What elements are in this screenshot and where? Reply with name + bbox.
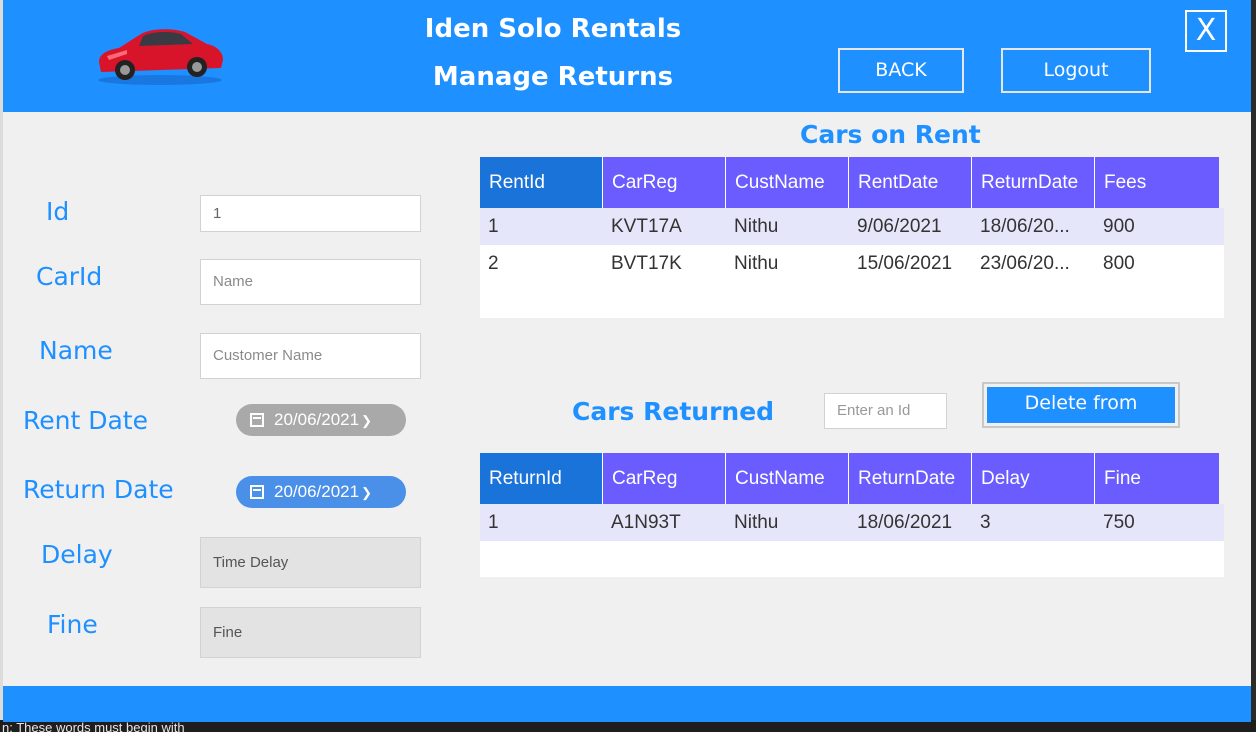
column-header[interactable]: ReturnId	[480, 453, 603, 504]
cars-returned-table[interactable]: ReturnId CarReg CustName ReturnDate Delay Fin…	[480, 453, 1224, 676]
delete-button[interactable]: Delete from	[982, 382, 1180, 428]
column-header[interactable]: CarReg	[603, 157, 726, 208]
car-id-field[interactable]: Name	[200, 259, 421, 305]
table-cell: 9/06/2021	[857, 216, 942, 237]
table-cell: 900	[1103, 216, 1135, 237]
cars-returned-title: Cars Returned	[572, 397, 775, 426]
delay-field: Time Delay	[200, 537, 421, 588]
calendar-icon	[250, 413, 264, 427]
manage-returns-window: Iden Solo Rentals Manage Returns BACK Lo…	[3, 0, 1251, 722]
rent-date-value: 20/06/2021	[274, 410, 360, 429]
table-cell: 15/06/2021	[857, 253, 953, 274]
column-header[interactable]: Fees	[1095, 157, 1219, 208]
table-empty-row	[480, 282, 1224, 318]
table-body: 1 A1N93T Nithu 18/06/2021 3 750	[480, 504, 1224, 577]
table-cell: 750	[1103, 512, 1135, 533]
column-header[interactable]: RentId	[480, 157, 603, 208]
table-header: ReturnId CarReg CustName ReturnDate Delay Fin…	[480, 453, 1224, 504]
fine-label: Fine	[47, 610, 98, 639]
table-cell: 18/06/20...	[980, 216, 1070, 237]
return-id-input[interactable]: Enter an Id	[824, 393, 947, 429]
table-row[interactable]: 1 A1N93T Nithu 18/06/2021 3 750	[480, 504, 1224, 541]
table-cell: 1	[488, 512, 499, 533]
red-sports-car-icon	[98, 29, 223, 85]
column-header[interactable]: CustName	[726, 453, 849, 504]
table-header: RentId CarReg CustName RentDate ReturnDate Fe…	[480, 157, 1224, 208]
calendar-icon	[250, 485, 264, 499]
close-button[interactable]: X	[1185, 10, 1227, 52]
table-cell: Nithu	[734, 253, 779, 274]
name-label: Name	[39, 336, 113, 365]
rent-date-picker: 20/06/2021 ❯	[236, 404, 406, 436]
column-header[interactable]: Delay	[972, 453, 1095, 504]
column-header[interactable]: ReturnDate	[972, 157, 1095, 208]
cars-on-rent-table[interactable]: RentId CarReg CustName RentDate ReturnDate Fe…	[480, 157, 1224, 358]
app-title: Iden Solo Rentals	[424, 14, 682, 44]
table-cell: 18/06/2021	[857, 512, 953, 533]
header-bar: Iden Solo Rentals Manage Returns BACK Lo…	[3, 0, 1251, 112]
logout-button[interactable]: Logout	[1001, 48, 1151, 93]
column-header[interactable]: CustName	[726, 157, 849, 208]
return-date-value: 20/06/2021	[274, 482, 360, 501]
customer-name-field[interactable]: Customer Name	[200, 333, 421, 379]
delay-label: Delay	[41, 540, 113, 569]
delete-button-label: Delete from	[987, 387, 1175, 423]
table-cell: BVT17K	[611, 253, 682, 274]
id-field[interactable]: 1	[200, 195, 421, 232]
chevron-down-icon: ❯	[361, 413, 372, 428]
car-id-label: CarId	[36, 262, 103, 291]
back-button[interactable]: BACK	[838, 48, 964, 93]
table-row[interactable]: 2 BVT17K Nithu 15/06/2021 23/06/20... 800	[480, 245, 1224, 282]
return-date-label: Return Date	[23, 475, 174, 504]
column-header[interactable]: CarReg	[603, 453, 726, 504]
table-cell: 23/06/20...	[980, 253, 1070, 274]
fine-field: Fine	[200, 607, 421, 658]
table-cell: 2	[488, 253, 499, 274]
column-header[interactable]: Fine	[1095, 453, 1219, 504]
table-row[interactable]: 1 KVT17A Nithu 9/06/2021 18/06/20... 900	[480, 208, 1224, 245]
table-cell: 800	[1103, 253, 1135, 274]
footer-bar	[3, 686, 1251, 722]
id-label: Id	[46, 197, 70, 226]
table-cell: 3	[980, 512, 991, 533]
table-cell: Nithu	[734, 512, 779, 533]
table-cell: Nithu	[734, 216, 779, 237]
page-title: Manage Returns	[432, 62, 674, 92]
table-cell: KVT17A	[611, 216, 682, 237]
table-cell: A1N93T	[611, 512, 681, 533]
column-header[interactable]: RentDate	[849, 157, 972, 208]
table-body: 1 KVT17A Nithu 9/06/2021 18/06/20... 900 2 BVT1…	[480, 208, 1224, 318]
table-cell: 1	[488, 216, 499, 237]
chevron-down-icon[interactable]: ❯	[361, 485, 372, 500]
cars-on-rent-title: Cars on Rent	[800, 120, 981, 149]
table-empty-row	[480, 541, 1224, 577]
return-date-picker[interactable]: 20/06/2021 ❯	[236, 476, 406, 508]
column-header[interactable]: ReturnDate	[849, 453, 972, 504]
rent-date-label: Rent Date	[23, 406, 148, 435]
